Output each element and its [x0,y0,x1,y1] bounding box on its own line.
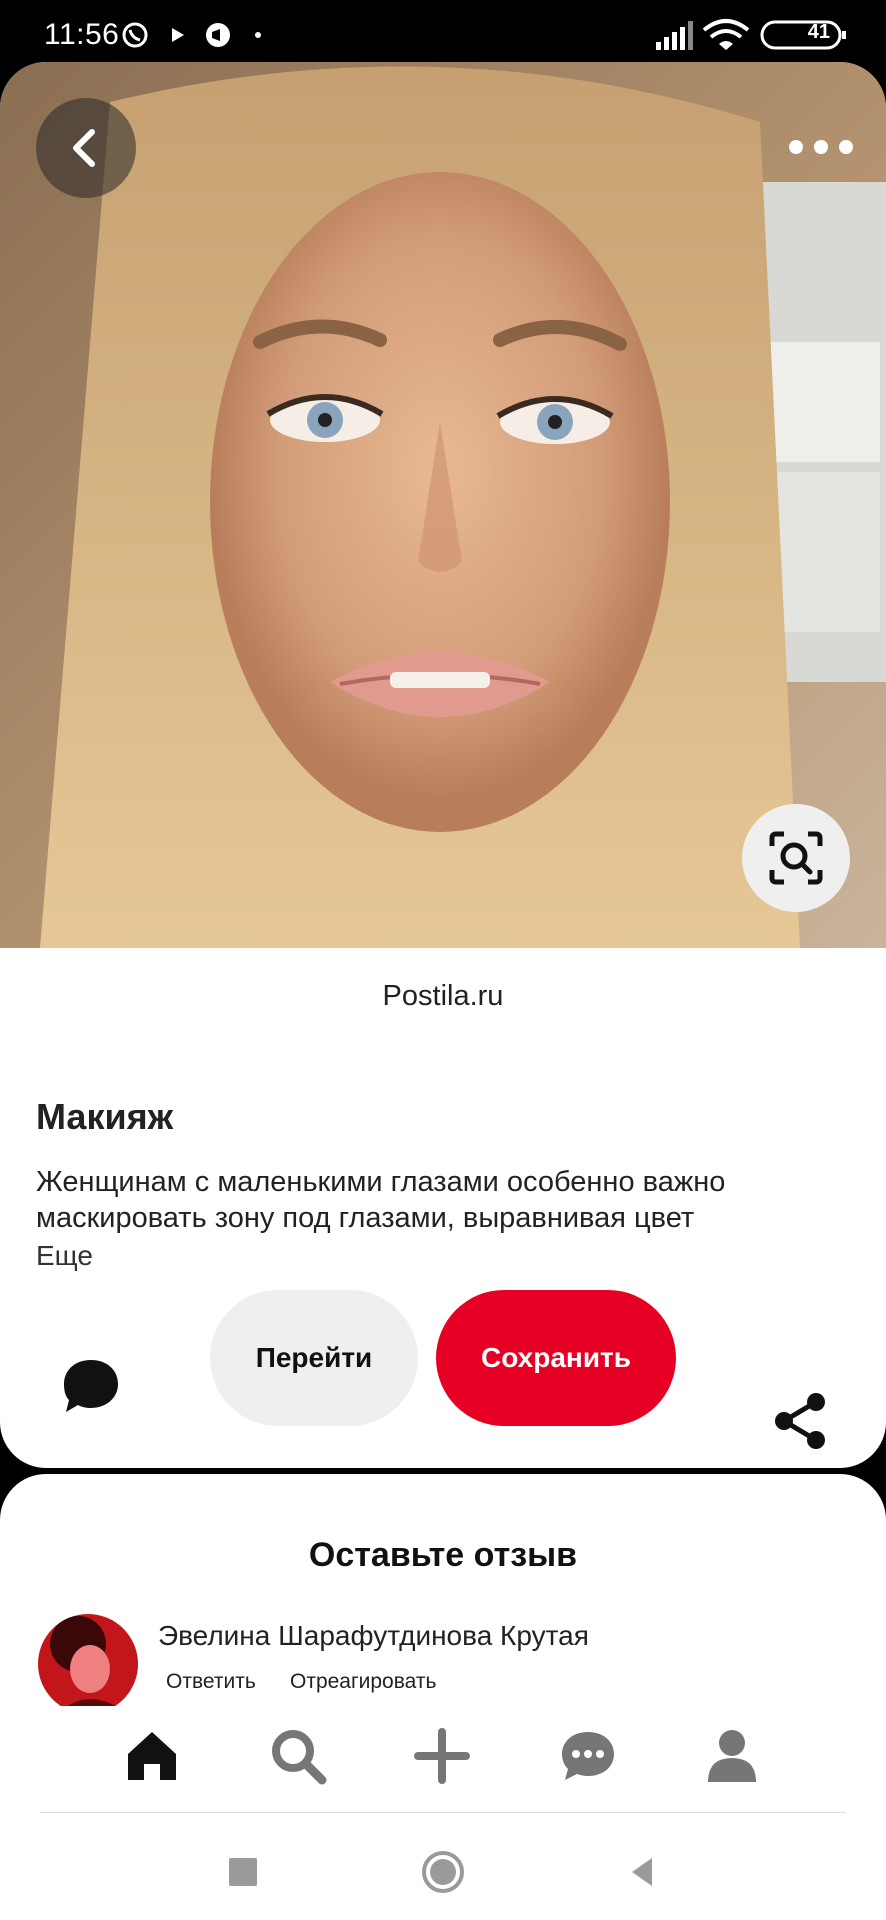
comment-icon [64,1360,118,1412]
nav-divider [40,1812,846,1813]
bottom-nav [0,1706,886,1826]
react-link[interactable]: Отреагировать [290,1670,436,1694]
nav-create[interactable] [412,1726,472,1786]
home-system-icon [422,1851,464,1893]
messages-icon [562,1732,614,1780]
status-bar: 11:56 41 [0,0,886,62]
share-icon [775,1393,825,1449]
save-button[interactable]: Сохранить [436,1290,676,1426]
add-icon [414,1728,470,1784]
back-button[interactable] [36,98,136,198]
visual-search-button[interactable] [742,804,850,912]
show-more-link[interactable]: Еще [36,1240,93,1272]
more-button[interactable] [776,122,866,172]
nav-profile[interactable] [702,1726,762,1786]
status-time: 11:56 [44,18,120,51]
pin-description: Женщинам с маленькими глазами особенно в… [36,1166,726,1234]
search-icon [272,1730,327,1785]
recents-button[interactable] [219,1848,267,1896]
back-system-icon [632,1858,652,1886]
comment-author[interactable]: Эвелина Шарафутдинова Крутая [158,1620,589,1652]
reply-link[interactable]: Ответить [166,1670,256,1694]
back-system-button[interactable] [618,1848,666,1896]
comment-button[interactable] [56,1352,126,1422]
nav-search[interactable] [268,1726,328,1786]
avatar[interactable] [38,1614,138,1714]
pin-title: Макияж [36,1096,174,1137]
source-link[interactable]: Postila.ru [0,980,886,1013]
visual-search-icon [769,831,823,885]
recents-icon [229,1858,257,1886]
more-icon [789,140,853,154]
battery-level: 41 [807,21,830,43]
pin-image[interactable] [0,62,886,948]
share-button[interactable] [770,1390,832,1452]
home-system-button[interactable] [419,1848,467,1896]
visit-button[interactable]: Перейти [210,1290,418,1426]
home-icon [128,1732,176,1780]
system-nav [0,1826,886,1920]
back-icon [73,129,95,167]
nav-home[interactable] [122,1726,182,1786]
notification-icons [122,22,261,48]
profile-icon [708,1730,756,1782]
nav-messages[interactable] [558,1726,618,1786]
comments-heading: Оставьте отзыв [308,1536,578,1574]
pin-card: Postila.ru Макияж Женщинам с маленькими … [0,62,886,1468]
